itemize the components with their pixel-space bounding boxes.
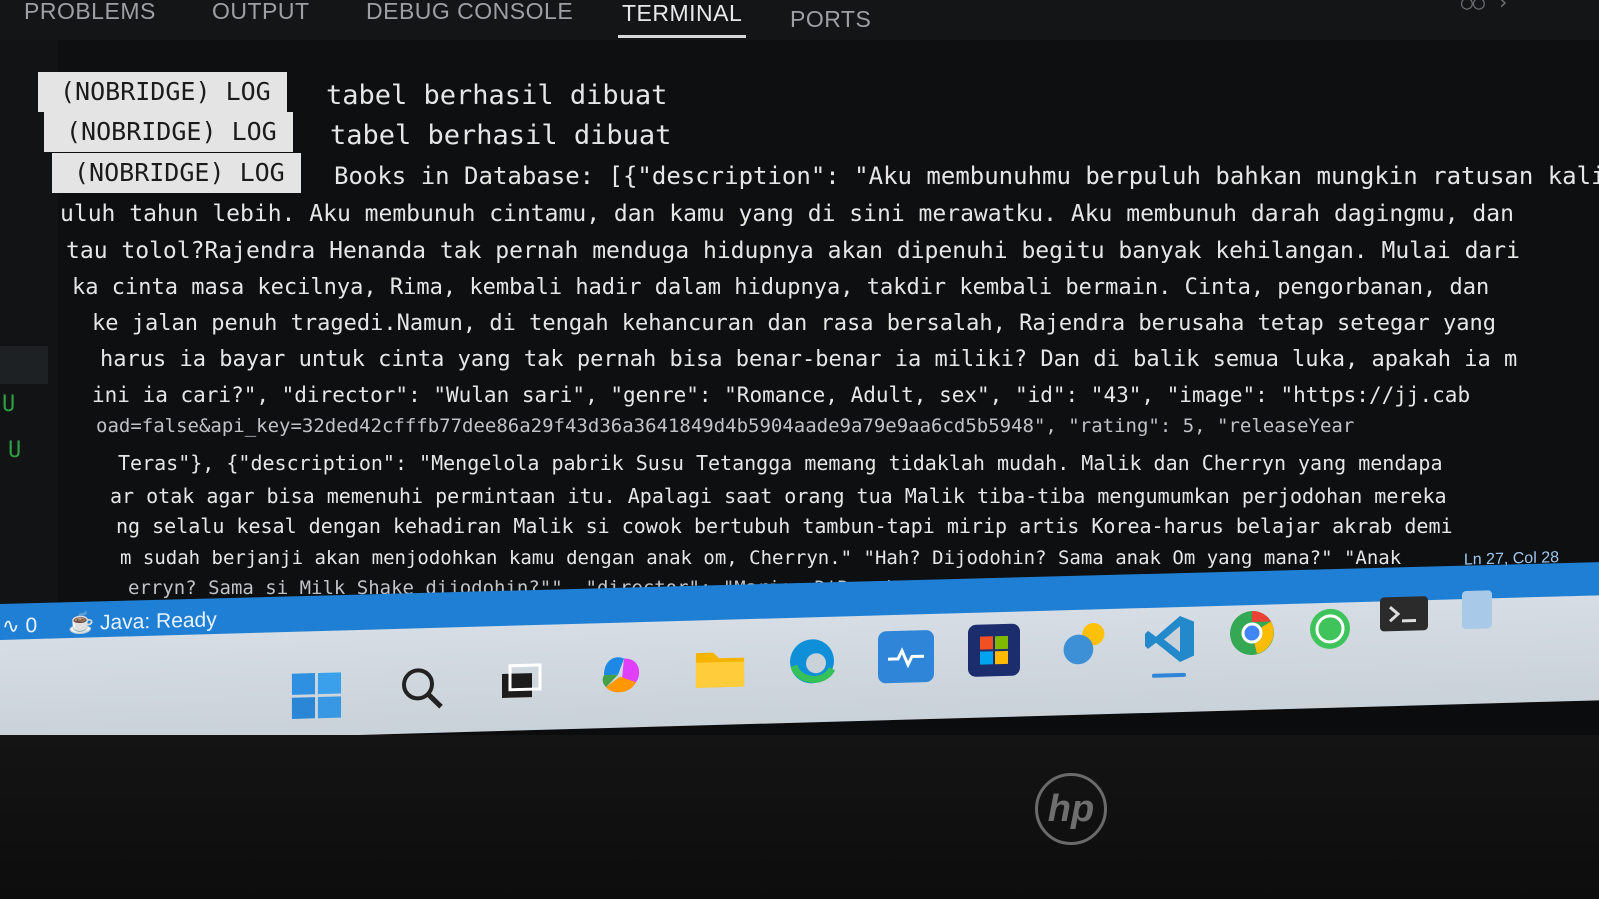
tab-output[interactable]: OUTPUT (212, 0, 310, 28)
terminal-line: harus ia bayar untuk cinta yang tak pern… (100, 347, 1518, 372)
tab-problems[interactable]: PROBLEMS (24, 0, 156, 28)
terminal-line: tabel berhasil dibuat (326, 80, 668, 111)
git-untracked-marker: U (8, 438, 22, 463)
git-untracked-marker: U (2, 392, 16, 417)
windows-start-icon[interactable] (290, 668, 342, 721)
edge-icon[interactable] (786, 635, 838, 688)
terminal-line: ka cinta masa kecilnya, Rima, kembali ha… (72, 275, 1490, 300)
terminal-line: oad=false&api_key=32ded42cfffb77dee86a29… (96, 415, 1355, 437)
terminal-icon[interactable] (1380, 596, 1428, 632)
terminal-line: ke jalan penuh tragedi.Namun, di tengah … (92, 311, 1496, 336)
log-tag: (NOBRIDGE) LOG (52, 153, 301, 193)
log-tag: (NOBRIDGE) LOG (44, 112, 293, 152)
gutter-highlight (0, 346, 48, 384)
log-tag: (NOBRIDGE) LOG (38, 72, 287, 112)
terminal-line: tabel berhasil dibuat (330, 120, 672, 151)
tab-ports[interactable]: PORTS (790, 2, 871, 36)
task-view-icon[interactable] (494, 655, 546, 708)
weather-icon[interactable] (1058, 617, 1110, 670)
android-studio-icon[interactable] (878, 629, 934, 684)
terminal-line: Books in Database: [{"description": "Aku… (334, 162, 1599, 190)
broadcast-icon: ∿ (2, 614, 20, 638)
java-status[interactable]: ☕ Java: Ready (68, 608, 217, 636)
active-app-indicator (1152, 672, 1186, 678)
coffee-cup-icon: ☕ (68, 611, 95, 636)
vscode-icon[interactable] (1144, 613, 1196, 678)
microsoft-store-icon[interactable] (968, 623, 1020, 677)
copilot-icon[interactable] (596, 648, 648, 701)
hp-logo: hp (1035, 773, 1107, 845)
search-icon[interactable] (396, 661, 448, 714)
terminal-line: uluh tahun lebih. Aku membunuh cintamu, … (60, 201, 1514, 227)
chrome-icon[interactable] (1226, 606, 1278, 659)
terminal-line: Teras"}, {"description": "Mengelola pabr… (118, 451, 1443, 475)
ports-indicator[interactable]: ∿ 0 (2, 613, 37, 639)
terminal-line: tau tolol?Rajendra Henanda tak pernah me… (66, 238, 1520, 264)
file-explorer-icon[interactable] (694, 641, 746, 694)
terminal-output[interactable]: U U (NOBRIDGE) LOG (NOBRIDGE) LOG (NOBRI… (0, 40, 1599, 615)
tab-terminal[interactable]: TERMINAL (617, 0, 747, 38)
java-status-label: Java: Ready (100, 608, 217, 635)
ports-count: 0 (25, 614, 38, 638)
terminal-line: ng selalu kesal dengan kehadiran Malik s… (116, 514, 1453, 538)
monitor-bezel: hp (0, 735, 1599, 899)
panel-actions-icon[interactable]: ○○ › (1461, 0, 1509, 14)
whatsapp-icon[interactable] (1304, 602, 1356, 655)
app-icon[interactable] (1462, 590, 1492, 630)
panel-tab-bar: PROBLEMS OUTPUT DEBUG CONSOLE TERMINAL P… (0, 0, 1599, 40)
tab-debug-console[interactable]: DEBUG CONSOLE (366, 0, 573, 28)
cursor-position[interactable]: Ln 27, Col 28 (1464, 549, 1559, 569)
